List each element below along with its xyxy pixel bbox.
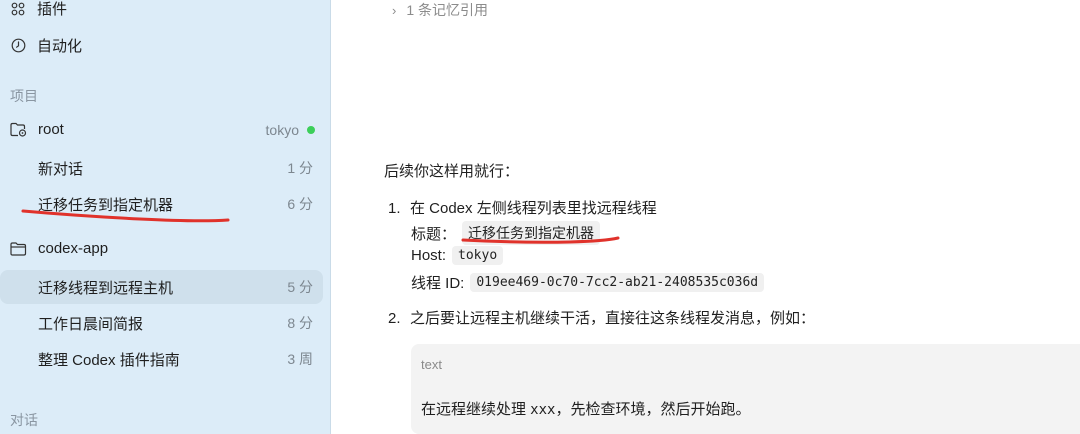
title-line: 标题： 迁移任务到指定机器 (411, 221, 601, 245)
thread-item[interactable]: 工作日晨间简报 8 分 (0, 306, 323, 340)
nav-item-automation[interactable]: 自动化 (10, 35, 82, 56)
chats-section-label: 对话 (10, 412, 38, 428)
projects-section-label: 项目 (10, 88, 38, 104)
project-root[interactable]: root tokyo (10, 121, 315, 138)
thread-title: 迁移任务到指定机器 (38, 196, 174, 214)
thread-id-code-chip: 019ee469-0c70-7cc2-ab21-2408535c036d (470, 273, 765, 292)
thread-title: 新对话 (38, 160, 84, 178)
project-codex-app[interactable]: codex-app (10, 240, 315, 257)
thread-time: 1 分 (287, 160, 313, 176)
thread-time: 8 分 (287, 315, 313, 331)
thread-id-line: 线程 ID: 019ee469-0c70-7cc2-ab21-2408535c0… (411, 272, 765, 293)
chevron-right-icon: › (392, 2, 397, 18)
memory-reference-label: 1 条记忆引用 (406, 2, 489, 18)
code-content[interactable]: 在远程继续处理 xxx，先检查环境，然后开始跑。 (421, 398, 750, 419)
project-name: codex-app (38, 240, 109, 257)
code-text-mono: xxx (530, 402, 556, 418)
folder-icon (10, 241, 27, 257)
step-text: 之后要让远程主机继续干活，直接往这条线程发消息，例如： (410, 310, 816, 327)
host-label: Host: (411, 247, 447, 264)
thread-id-label: 线程 ID: (411, 275, 465, 292)
code-text-post: ，先检查环境，然后开始跑。 (555, 401, 751, 418)
thread-time: 5 分 (287, 279, 313, 295)
thread-item-active[interactable]: 迁移线程到远程主机 5 分 (0, 270, 323, 304)
title-code-chip: 迁移任务到指定机器 (462, 221, 601, 245)
nav-item-plugins[interactable]: 插件 (10, 0, 67, 19)
online-status-dot (307, 125, 315, 134)
host-code-chip: tokyo (452, 246, 504, 265)
conversation-panel: › 1 条记忆引用 后续你这样用就行： 1. 在 Codex 左侧线程列表里找远程… (332, 0, 1080, 434)
thread-time: 3 周 (287, 351, 313, 367)
memory-reference-toggle[interactable]: › 1 条记忆引用 (392, 0, 488, 20)
thread-time: 6 分 (287, 196, 313, 212)
step-number: 2. (388, 310, 401, 327)
thread-item[interactable]: 迁移任务到指定机器 6 分 (0, 187, 323, 221)
thread-title: 工作日晨间简报 (38, 315, 144, 333)
nav-item-label: 插件 (37, 1, 68, 18)
code-block: text 在远程继续处理 xxx，先检查环境，然后开始跑。 (411, 344, 1080, 434)
title-label: 标题： (411, 225, 457, 243)
thread-title: 整理 Codex 插件指南 (38, 351, 180, 369)
host-line: Host: tokyo (411, 246, 504, 265)
plugins-icon (10, 1, 26, 17)
step-number: 1. (388, 200, 401, 217)
project-name: root (38, 121, 64, 138)
folder-remote-icon (10, 122, 27, 138)
thread-item[interactable]: 新对话 1 分 (0, 151, 323, 185)
nav-item-label: 自动化 (37, 38, 83, 55)
thread-item[interactable]: 整理 Codex 插件指南 3 周 (0, 342, 323, 376)
intro-text: 后续你这样用就行： (384, 163, 520, 180)
clock-icon (10, 38, 26, 54)
project-host: tokyo (266, 122, 315, 138)
thread-title: 迁移线程到远程主机 (38, 279, 174, 297)
code-language-label: text (421, 357, 442, 372)
step-text: 在 Codex 左侧线程列表里找远程线程 (410, 200, 657, 217)
code-text-pre: 在远程继续处理 (421, 401, 531, 418)
step-2: 2. 之后要让远程主机继续干活，直接往这条线程发消息，例如： (388, 307, 815, 328)
host-label: tokyo (265, 121, 299, 138)
sidebar: 插件 自动化 项目 root tokyo 新对话 1 分 迁移任务到指定机器 6… (0, 0, 331, 434)
step-1: 1. 在 Codex 左侧线程列表里找远程线程 (388, 197, 657, 218)
